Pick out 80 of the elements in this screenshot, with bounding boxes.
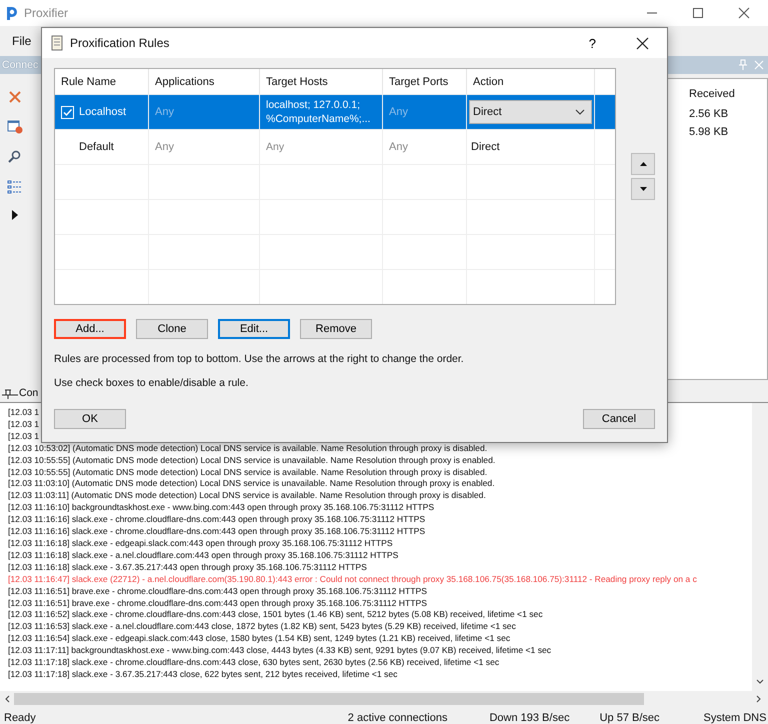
window-title: Proxifier xyxy=(24,6,68,20)
rule-row[interactable]: Default Any Any Any Direct xyxy=(55,129,615,164)
rule-name: Default xyxy=(79,141,114,153)
table-cell: Any xyxy=(383,130,467,164)
panel-title: Connec xyxy=(2,59,38,71)
action-dropdown[interactable]: Direct xyxy=(469,100,592,124)
table-cell-text: 5.98 KB xyxy=(689,126,730,138)
action-button[interactable]: Add... xyxy=(54,319,126,339)
app-logo-icon xyxy=(4,5,18,21)
action-button[interactable]: Remove xyxy=(300,319,372,339)
scroll-down-icon[interactable] xyxy=(756,679,764,685)
menu-item[interactable]: File xyxy=(12,34,42,48)
column-header[interactable]: Received xyxy=(689,88,767,102)
scroll-thumb[interactable] xyxy=(14,693,644,705)
ok-button[interactable]: OK xyxy=(54,409,126,429)
table-cell: localhost; 127.0.0.1; %ComputerName%;... xyxy=(260,95,383,129)
table-cell: Any xyxy=(149,130,260,164)
maximize-icon[interactable] xyxy=(692,7,704,19)
log-line: [12.03 10:53:02] (Automatic DNS mode detection) Local DNS service is available. Name Resolution through proxy is disabled. xyxy=(8,442,488,455)
log-line: [12.03 10:55:55] (Automatic DNS mode detection) Local DNS service is unavailable. Name Resolution through proxy is enabled. xyxy=(8,454,496,467)
log-line: [12.03 11:16:18] slack.exe - a.nel.cloudflare.com:443 open through proxy 35.168.106.75:31112 HTTPS xyxy=(8,550,398,562)
move-down-button[interactable] xyxy=(631,178,655,200)
horizontal-scrollbar[interactable] xyxy=(0,691,768,707)
log-line: [12.03 11:16:18] slack.exe - 3.67.35.217:443 open through proxy 35.168.106.75:31112 HTTPS xyxy=(8,562,367,574)
scroll-left-icon[interactable] xyxy=(4,695,10,703)
action-button[interactable]: Clone xyxy=(136,319,208,339)
status-text: Down 193 B/sec xyxy=(488,712,570,724)
log-line: [12.03 11:16:10] backgroundtaskhost.exe - www.bing.com:443 open through proxy 35.168.106.75:31112 HTTPS xyxy=(8,502,434,514)
status-text: 2 active connections xyxy=(346,712,448,724)
vertical-scrollbar[interactable] xyxy=(752,403,768,691)
table-cell: Any xyxy=(260,130,383,164)
log-line: [12.03 11:17:11] backgroundtaskhost.exe - www.bing.com:443 close, 4443 bytes (4.33 KB) sent, 9291 bytes (9.07 KB) received, lifetime <1 sec xyxy=(8,645,552,658)
list-icon[interactable] xyxy=(7,180,23,194)
close-icon[interactable] xyxy=(636,36,649,50)
table-cell: Any xyxy=(383,95,467,129)
dialog-title: Proxification Rules xyxy=(70,36,170,50)
log-line: [12.03 1 xyxy=(8,430,40,443)
status-text: Up 57 B/sec xyxy=(598,712,660,724)
log-line: [12.03 1 xyxy=(8,407,40,419)
down-triangle-icon xyxy=(640,187,646,191)
up-triangle-icon xyxy=(640,162,646,166)
status-text: Ready xyxy=(3,712,36,724)
log-line: [12.03 11:16:51] brave.exe - chrome.cloudflare-dns.com:443 open through proxy 35.168.106.75:31112 HTTPS xyxy=(8,598,427,610)
close-icon[interactable] xyxy=(738,7,750,19)
expand-icon[interactable] xyxy=(11,210,19,220)
log-line: [12.03 11:03:10] (Automatic DNS mode detection) Local DNS service is unavailable. Name Resolution through proxy is enabled. xyxy=(8,478,495,490)
table-cell: Direct xyxy=(471,141,500,153)
hint-text: Use check boxes to enable/disable a rule. xyxy=(54,377,250,389)
help-button[interactable]: ? xyxy=(584,36,600,50)
log-line: [12.03 1 xyxy=(8,418,40,431)
move-up-button[interactable] xyxy=(631,153,655,175)
scroll-right-icon[interactable] xyxy=(756,695,762,703)
log-line: [12.03 10:55:55] (Automatic DNS mode detection) Local DNS service is available. Name Resolution through proxy is disabled. xyxy=(8,466,488,478)
log-line: [12.03 11:16:16] slack.exe - chrome.cloudflare-dns.com:443 open through proxy 35.168.106.75:31112 HTTPS xyxy=(8,514,426,526)
connection-icon xyxy=(2,387,18,399)
action-button[interactable]: Edit... xyxy=(218,319,290,339)
scroll-icon xyxy=(50,35,64,51)
rule-row[interactable]: Localhost Any localhost; 127.0.0.1; %ComputerName%;... Any Direct xyxy=(55,94,615,129)
log-line: [12.03 11:03:11] (Automatic DNS mode detection) Local DNS service is available. Name Resolution through proxy is disabled. xyxy=(8,490,486,502)
log-line: [12.03 11:17:18] slack.exe - chrome.cloudflare-dns.com:443 close, 630 bytes sent, 2630 bytes (2.56 KB) received, lifetime <1 sec xyxy=(8,657,500,669)
checkbox[interactable] xyxy=(61,106,74,118)
table-cell: Any xyxy=(149,95,260,129)
status-text: System DNS xyxy=(702,712,766,724)
cancel-button[interactable]: Cancel xyxy=(583,409,655,429)
search-icon[interactable] xyxy=(8,150,22,164)
log-line: [12.03 11:16:16] slack.exe - chrome.cloudflare-dns.com:443 open through proxy 35.168.106.75:31112 HTTPS xyxy=(8,526,426,538)
log-line: [12.03 11:16:53] slack.exe - a.nel.cloudflare.com:443 close, 1872 bytes (1.82 KB) sent, 5423 bytes (5.29 KB) received, lifetime <1 sec xyxy=(8,621,516,634)
table-cell-text: 2.56 KB xyxy=(689,108,730,120)
window-block-icon[interactable] xyxy=(7,120,23,134)
log-line: [12.03 11:16:51] brave.exe - chrome.cloudflare-dns.com:443 open through proxy 35.168.106.75:31112 HTTPS xyxy=(8,586,427,598)
log-line: [12.03 11:16:47] slack.exe (22712) - a.nel.cloudflare.com(35.190.80.1):443 error : Could not connect through proxy 35.168.106.75(35.168.106.75):31112 - Reading proxy reply on a c xyxy=(8,574,697,586)
panel-tab[interactable]: Con xyxy=(19,387,38,399)
log-line: [12.03 11:16:54] slack.exe - edgeapi.slack.com:443 close, 1580 bytes (1.54 KB) sent, 1249 bytes (1.21 KB) received, lifetime <1 sec xyxy=(8,633,510,646)
log-line: [12.03 11:16:52] slack.exe - chrome.cloudflare-dns.com:443 close, 1501 bytes (1.46 KB) sent, 5212 bytes (5.08 KB) received, lifetime <1 sec xyxy=(8,609,543,622)
hint-text: Rules are processed from top to bottom. Use the arrows at the right to change the order. xyxy=(54,353,465,365)
rule-name: Localhost xyxy=(79,106,126,118)
log-line: [12.03 11:16:18] slack.exe - edgeapi.slack.com:443 open through proxy 35.168.106.75:31112 HTTPS xyxy=(8,538,393,550)
delete-icon[interactable] xyxy=(8,90,22,104)
log-line: [12.03 11:17:18] slack.exe - 3.67.35.217:443 close, 622 bytes sent, 212 bytes received, lifetime <1 sec xyxy=(8,668,398,681)
chevron-down-icon xyxy=(575,109,585,115)
